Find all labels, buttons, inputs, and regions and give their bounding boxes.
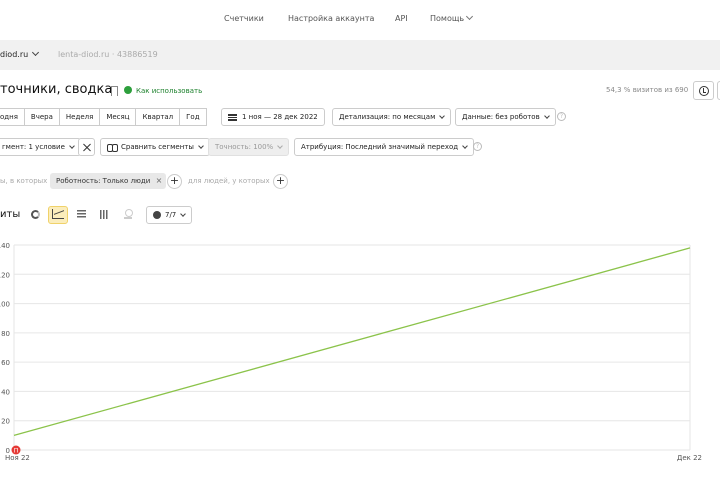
chevron-down-icon xyxy=(543,113,550,119)
period-month[interactable]: Месяц xyxy=(100,108,137,126)
top-navigation: Счетчики Настройка аккаунта API Помощь xyxy=(0,0,720,38)
filter-tag-robots[interactable]: Роботность: Только люди × xyxy=(50,173,167,189)
chevron-down-icon xyxy=(32,48,40,57)
chart-title: иты xyxy=(0,209,21,220)
chevron-down-icon xyxy=(462,143,468,149)
calendar-icon xyxy=(228,113,237,121)
date-range-label: 1 ноя — 28 дек 2022 xyxy=(242,113,318,121)
site-name: diod.ru xyxy=(0,50,29,59)
period-year[interactable]: Год xyxy=(180,108,207,126)
clock-icon xyxy=(699,86,709,96)
chevron-down-icon xyxy=(198,143,204,149)
filter-prefix: ы, в которых xyxy=(0,177,48,185)
accuracy-select[interactable]: Точность: 100% xyxy=(208,138,290,156)
chevron-down-icon xyxy=(180,211,187,217)
howto-label: Как использовать xyxy=(136,87,203,95)
attribution-label: Атрибуция: Последний значимый переход xyxy=(301,143,459,151)
compare-segments-button[interactable]: Сравнить сегменты xyxy=(100,138,210,156)
help-icon[interactable]: ? xyxy=(473,142,482,151)
page-title: точники, сводка xyxy=(0,82,113,97)
history-button[interactable] xyxy=(693,81,714,100)
line-chart-icon xyxy=(52,209,64,219)
series-line xyxy=(13,247,691,436)
attribution-select[interactable]: Атрибуция: Последний значимый переход xyxy=(294,138,475,156)
site-selector[interactable]: diod.ru xyxy=(0,48,40,59)
add-filter-button[interactable]: + xyxy=(167,174,182,189)
chevron-down-icon xyxy=(69,143,75,149)
filter-suffix: для людей, у которых xyxy=(188,177,270,185)
chevron-down-icon xyxy=(439,113,446,119)
period-week[interactable]: Неделя xyxy=(59,108,101,126)
segment-select[interactable]: гмент: 1 условие xyxy=(0,138,81,156)
series-select[interactable]: 7/7 xyxy=(146,206,193,224)
annotation-label: П xyxy=(14,448,19,455)
filter-tag-label: Роботность: Только люди xyxy=(56,177,151,185)
nav-api[interactable]: API xyxy=(395,14,408,23)
period-selector: одня Вчера Неделя Месяц Квартал Год xyxy=(0,108,207,126)
segment-label: гмент: 1 условие xyxy=(2,143,65,151)
y-tick-label: 40 xyxy=(1,388,10,396)
y-tick-label: 80 xyxy=(1,330,10,338)
site-bar: diod.ru lenta-diod.ru · 43886519 xyxy=(0,40,720,70)
bookmark-icon[interactable] xyxy=(111,86,118,96)
nav-account-settings[interactable]: Настройка аккаунта xyxy=(288,14,374,23)
period-quarter[interactable]: Квартал xyxy=(136,108,181,126)
nav-counters[interactable]: Счетчики xyxy=(224,14,264,23)
chevron-down-icon xyxy=(277,143,284,149)
x-tick-label: Дек 22 xyxy=(677,454,702,462)
info-icon xyxy=(124,86,132,94)
data-filter-label: Данные: без роботов xyxy=(462,113,540,121)
line-chart: 020406080100120140Ноя 22Дек 22П xyxy=(0,242,702,462)
bar-chart-icon[interactable] xyxy=(100,210,109,219)
date-range-button[interactable]: 1 ноя — 28 дек 2022 xyxy=(221,108,325,126)
detail-select[interactable]: Детализация: по месяцам xyxy=(332,108,452,126)
y-tick-label: 120 xyxy=(0,271,10,279)
nav-help[interactable]: Помощь xyxy=(430,12,474,23)
visits-share: 54,3 % визитов из 690 xyxy=(606,86,689,94)
close-icon[interactable]: × xyxy=(156,176,163,185)
compare-icon xyxy=(107,143,118,152)
help-icon[interactable]: ? xyxy=(557,112,566,121)
add-filter-button-2[interactable]: + xyxy=(273,174,288,189)
y-tick-label: 20 xyxy=(1,418,10,426)
period-yesterday[interactable]: Вчера xyxy=(24,108,60,126)
counter-id: lenta-diod.ru · 43886519 xyxy=(58,50,158,59)
y-tick-label: 60 xyxy=(1,359,10,367)
detail-label: Детализация: по месяцам xyxy=(339,113,436,121)
series-count: 7/7 xyxy=(165,211,177,219)
area-chart-icon[interactable] xyxy=(77,210,86,219)
data-filter-select[interactable]: Данные: без роботов xyxy=(455,108,556,126)
howto-link[interactable]: Как использовать xyxy=(124,86,202,95)
period-today[interactable]: одня xyxy=(0,108,25,126)
pie-chart-icon[interactable] xyxy=(31,210,40,219)
map-pin-icon[interactable] xyxy=(124,209,133,220)
y-tick-label: 140 xyxy=(0,242,10,250)
compare-label: Сравнить сегменты xyxy=(121,143,194,151)
y-tick-label: 100 xyxy=(0,301,10,309)
comment-icon xyxy=(153,211,161,219)
x-tick-label: Ноя 22 xyxy=(5,454,30,462)
clear-segment-button[interactable] xyxy=(78,138,95,156)
nav-help-label: Помощь xyxy=(430,14,465,23)
accuracy-label: Точность: 100% xyxy=(215,143,274,151)
chevron-down-icon xyxy=(466,12,474,21)
